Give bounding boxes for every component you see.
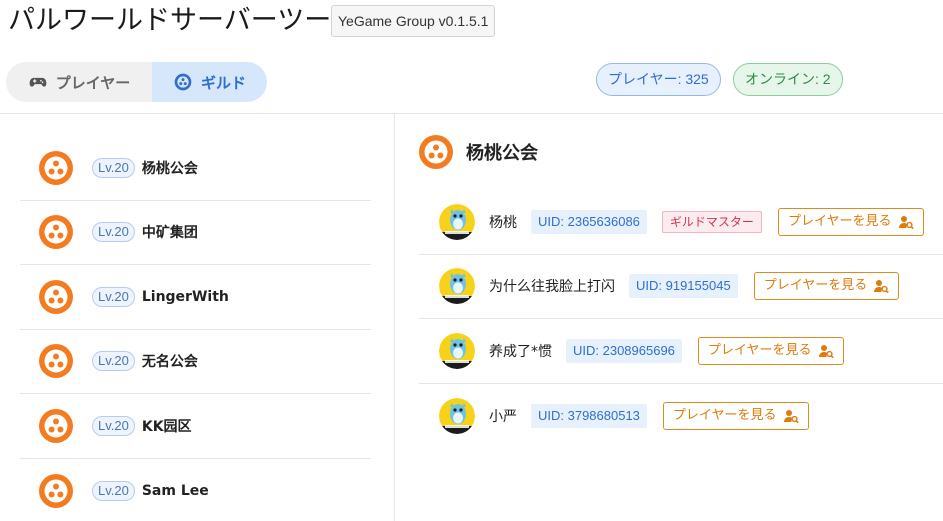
member-row: 杨桃 UID: 2365636086 ギルドマスター プレイヤーを見る [419, 190, 943, 255]
view-player-button[interactable]: プレイヤーを見る [697, 336, 844, 365]
guild-level-badge: Lv.20 [92, 351, 135, 372]
view-player-button[interactable]: プレイヤーを見る [753, 272, 900, 301]
tab-players-label: プレイヤー [55, 73, 131, 92]
guild-item[interactable]: Lv.20 KK园区 [20, 394, 371, 459]
user-search-icon [873, 278, 889, 294]
view-player-button[interactable]: プレイヤーを見る [662, 401, 809, 430]
tab-guilds-label: ギルド [200, 73, 246, 92]
tab-guilds[interactable]: ギルド [152, 62, 267, 102]
avatar [439, 333, 475, 369]
guild-item[interactable]: Lv.20 杨桃公会 [20, 136, 371, 201]
user-search-icon [783, 408, 799, 424]
guild-detail-header: 杨桃公会 [418, 134, 538, 170]
view-switcher: プレイヤー ギルド [6, 62, 267, 102]
member-name: 小严 [489, 408, 517, 425]
view-player-label: プレイヤーを見る [787, 213, 892, 229]
guild-icon [418, 134, 454, 170]
gamepad-icon [29, 77, 47, 87]
tab-players[interactable]: プレイヤー [6, 62, 152, 102]
guild-level-badge: Lv.20 [92, 480, 135, 501]
guild-level-badge: Lv.20 [92, 157, 135, 178]
guild-list: Lv.20 杨桃公会 Lv.20 中矿集团 Lv.20 LingerWith L… [20, 136, 371, 521]
guild-name: LingerWith [141, 288, 229, 305]
avatar [439, 268, 475, 304]
guild-icon [38, 343, 74, 379]
guild-name: 无名公会 [141, 354, 198, 371]
member-row: 养成了*惯 UID: 2308965696 プレイヤーを見る [419, 319, 943, 384]
uid-badge: UID: 3798680513 [531, 403, 647, 428]
guild-name: KK园区 [141, 418, 192, 435]
avatar [439, 204, 475, 240]
member-row: 为什么往我脸上打闪 UID: 919155045 プレイヤーを見る [419, 255, 943, 319]
uid-badge: UID: 2365636086 [531, 209, 647, 234]
uid-badge: UID: 919155045 [629, 274, 738, 299]
guild-icon [38, 408, 74, 444]
guild-master-badge: ギルドマスター [661, 210, 762, 233]
member-name: 为什么往我脸上打闪 [489, 279, 615, 296]
member-name: 养成了*惯 [489, 343, 552, 360]
guild-icon [38, 279, 74, 315]
avatar [439, 398, 475, 434]
view-player-label: プレイヤーを見る [763, 278, 868, 294]
uid-badge: UID: 2308965696 [566, 338, 682, 363]
panel-divider [394, 114, 395, 521]
guild-item[interactable]: Lv.20 中矿集团 [20, 201, 371, 265]
guild-icon [38, 150, 74, 186]
user-search-icon [898, 214, 914, 230]
view-player-label: プレイヤーを見る [672, 407, 777, 423]
guild-item[interactable]: Lv.20 Sam Lee [20, 459, 371, 521]
view-player-button[interactable]: プレイヤーを見る [777, 207, 924, 236]
guild-icon [174, 73, 192, 91]
player-count-badge: プレイヤー: 325 [596, 63, 721, 96]
guild-detail-title: 杨桃公会 [466, 143, 538, 164]
user-search-icon [818, 343, 834, 359]
guild-name: Sam Lee [141, 482, 209, 499]
online-count-badge: オンライン: 2 [733, 63, 843, 96]
member-row: 小严 UID: 3798680513 プレイヤーを見る [419, 384, 943, 449]
guild-level-badge: Lv.20 [92, 286, 135, 307]
member-list: 杨桃 UID: 2365636086 ギルドマスター プレイヤーを見る 为什么往… [419, 190, 943, 448]
guild-icon [38, 214, 74, 250]
guild-name: 杨桃公会 [141, 160, 198, 177]
member-name: 杨桃 [489, 214, 517, 231]
version-label: YeGame Group v0.1.5.1 [331, 5, 496, 37]
guild-level-badge: Lv.20 [92, 222, 135, 243]
app-title: パルワールドサーバーツール [8, 5, 359, 36]
header-divider [0, 113, 943, 114]
guild-level-badge: Lv.20 [92, 415, 135, 436]
guild-item[interactable]: Lv.20 LingerWith [20, 265, 371, 330]
guild-name: 中矿集团 [141, 225, 198, 242]
view-player-label: プレイヤーを見る [707, 342, 812, 358]
guild-item[interactable]: Lv.20 无名公会 [20, 330, 371, 394]
guild-icon [38, 473, 74, 509]
